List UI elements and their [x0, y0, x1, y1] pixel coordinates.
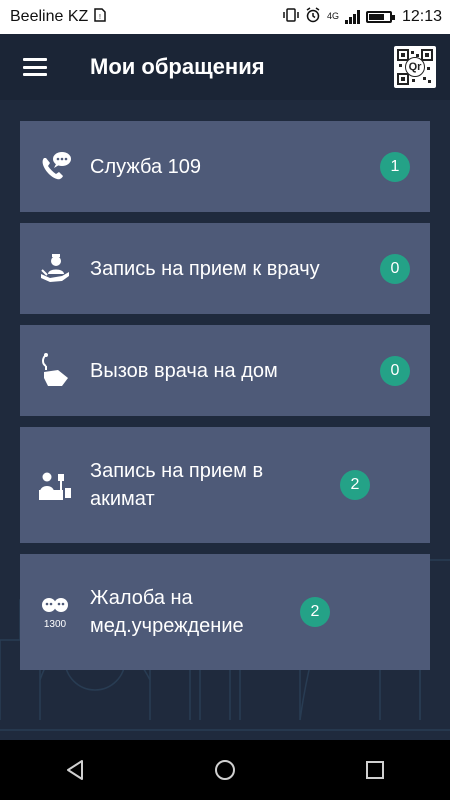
recents-button[interactable] [345, 740, 405, 800]
list-item-label: Запись на прием к врачу [90, 257, 320, 280]
svg-text:!: ! [99, 14, 101, 21]
official-desk-icon [20, 468, 90, 502]
complaint-1300-icon: 1300 [20, 595, 90, 630]
list-item-label: Вызов врача на дом [90, 359, 278, 382]
home-button[interactable] [195, 740, 255, 800]
list-item-akimat-appointment[interactable]: Запись на прием в акимат 2 [20, 427, 430, 543]
list-item-label: Служба 109 [90, 155, 201, 178]
back-button[interactable] [45, 740, 105, 800]
page-title: Мои обращения [90, 54, 265, 79]
count-badge: 0 [380, 355, 410, 386]
app-bar: Мои обращения Qr [0, 34, 450, 100]
back-icon [67, 760, 83, 780]
home-icon [215, 760, 235, 780]
status-time: 12:13 [401, 8, 442, 25]
carrier-label: Beeline KZ [10, 8, 89, 25]
alarm-icon [305, 6, 321, 28]
count-badge: 2 [300, 597, 330, 627]
list-item-medical-complaint[interactable]: 1300 Жалоба на мед.учреждение 2 [20, 554, 430, 670]
recents-icon [366, 761, 384, 779]
qr-code-button[interactable]: Qr [394, 46, 436, 88]
stethoscope-house-icon [20, 352, 90, 390]
vibrate-icon [283, 7, 299, 28]
list-item-home-doctor-call[interactable]: Вызов врача на дом 0 [20, 325, 430, 416]
list-item-label: Запись на прием в акимат [90, 460, 264, 510]
qr-label: Qr [405, 57, 425, 77]
complaint-icon-number: 1300 [43, 618, 67, 630]
menu-button[interactable] [0, 34, 70, 100]
battery-icon [365, 11, 395, 23]
list-item-doctor-appointment[interactable]: Запись на прием к врачу 0 [20, 223, 430, 314]
network-type-label: 4G [326, 10, 339, 21]
count-badge: 0 [380, 253, 410, 284]
phone-chat-icon [20, 150, 90, 184]
signal-icon [344, 10, 360, 24]
hamburger-menu-icon [23, 58, 47, 76]
list-item-label: Жалоба на мед.учреждение [90, 587, 244, 637]
system-nav-bar [0, 740, 450, 800]
sim-warning-icon: ! [94, 7, 107, 27]
doctor-appointment-icon [20, 252, 90, 286]
count-badge: 1 [380, 151, 410, 182]
requests-list: Служба 109 1 Запись на прием к врачу 0 В… [20, 121, 430, 670]
status-bar: Beeline KZ ! 4G 12:13 [0, 0, 450, 34]
count-badge: 2 [340, 470, 370, 500]
list-item-service-109[interactable]: Служба 109 1 [20, 121, 430, 212]
